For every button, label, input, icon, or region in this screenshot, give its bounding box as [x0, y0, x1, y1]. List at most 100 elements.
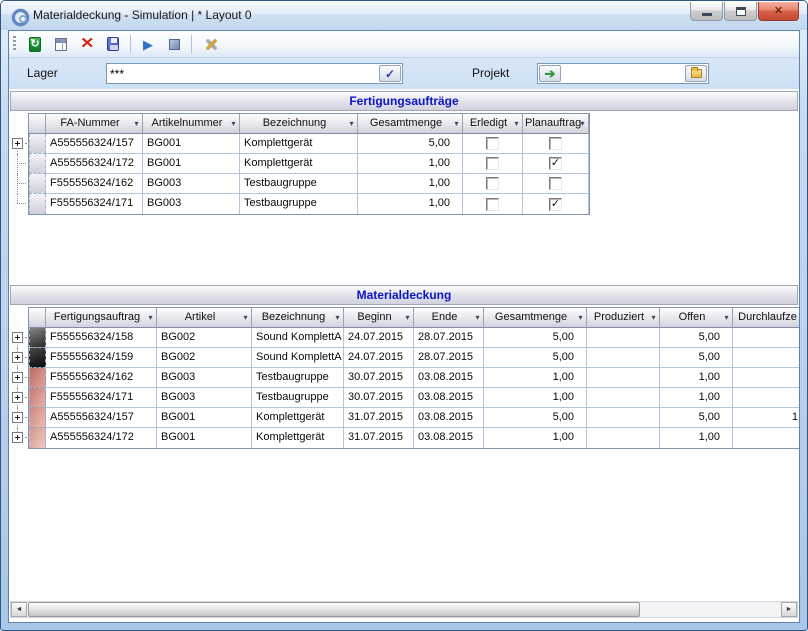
- expand-plus-icon[interactable]: [12, 352, 23, 363]
- cell-durchlaufze: 1: [733, 408, 799, 428]
- cell-gesamtmenge: 1,00: [358, 154, 463, 174]
- horizontal-scrollbar[interactable]: [10, 601, 798, 618]
- table-row[interactable]: F555556324/162BG003Testbaugruppe1,00: [29, 174, 589, 194]
- table-row[interactable]: A555556324/157BG001Komplettgerät5,00: [29, 134, 589, 154]
- projekt-input[interactable]: [562, 65, 684, 82]
- checkbox-checked[interactable]: [549, 157, 562, 170]
- column-header-artikelnummer[interactable]: Artikelnummer: [143, 114, 240, 134]
- save-button[interactable]: [101, 33, 125, 55]
- lager-input[interactable]: [107, 65, 378, 82]
- filter-dropdown-icon[interactable]: [241, 312, 250, 323]
- column-header-ende[interactable]: Ende: [414, 308, 484, 328]
- lager-label: Lager: [27, 66, 58, 80]
- filter-dropdown-icon[interactable]: [578, 118, 587, 129]
- cell-offen: 1,00: [660, 368, 733, 388]
- filter-dropdown-icon[interactable]: [146, 312, 155, 323]
- expand-plus-icon[interactable]: [12, 332, 23, 343]
- column-header-offen[interactable]: Offen: [660, 308, 733, 328]
- column-header-label: Fertigungsauftrag: [54, 311, 140, 323]
- connector-line: [25, 417, 29, 418]
- filter-dropdown-icon[interactable]: [473, 312, 482, 323]
- projekt-field: ➔: [537, 63, 709, 84]
- scroll-left-button[interactable]: [11, 602, 27, 617]
- filter-dropdown-icon[interactable]: [576, 312, 585, 323]
- filter-dropdown-icon[interactable]: [229, 118, 238, 129]
- filter-dropdown-icon[interactable]: [722, 312, 731, 323]
- filter-dropdown-icon[interactable]: [333, 312, 342, 323]
- scrollbar-thumb[interactable]: [28, 602, 640, 617]
- title-bar[interactable]: Materialdeckung - Simulation | * Layout …: [1, 1, 807, 30]
- row-tree-connector: [11, 368, 29, 388]
- column-header-durchlaufze[interactable]: Durchlaufze: [733, 308, 799, 328]
- table-row[interactable]: F555556324/171BG003Testbaugruppe30.07.20…: [29, 388, 799, 408]
- maximize-button[interactable]: [724, 2, 757, 21]
- column-header-gesamtmenge[interactable]: Gesamtmenge: [484, 308, 587, 328]
- column-header-label: Planauftrag: [525, 117, 581, 129]
- table-row[interactable]: A555556324/172BG001Komplettgerät31.07.20…: [29, 428, 799, 448]
- table-row[interactable]: F555556324/171BG003Testbaugruppe1,00: [29, 194, 589, 214]
- toolbar-grip-handle[interactable]: [13, 36, 16, 52]
- delete-button[interactable]: [75, 33, 99, 55]
- row-indicator: [29, 174, 46, 194]
- table-row[interactable]: F555556324/159BG002Sound KomplettA24.07.…: [29, 348, 799, 368]
- column-header-gesamtmenge[interactable]: Gesamtmenge: [358, 114, 463, 134]
- column-header-bezeichnung[interactable]: Bezeichnung: [252, 308, 344, 328]
- stop-button[interactable]: [162, 33, 186, 55]
- filter-dropdown-icon[interactable]: [649, 312, 658, 323]
- filter-dropdown-icon[interactable]: [512, 118, 521, 129]
- expand-plus-icon[interactable]: [12, 432, 23, 443]
- client-area: Lager ✓ Projekt ➔ FertigungsaufträgeFA-N…: [8, 30, 800, 623]
- close-button[interactable]: ✕: [758, 2, 799, 21]
- toolbar-separator: [191, 35, 192, 53]
- expand-plus-icon[interactable]: [12, 372, 23, 383]
- layout-button[interactable]: [49, 33, 73, 55]
- checkbox-checked[interactable]: [549, 198, 562, 211]
- cell-artikel: BG002: [157, 328, 252, 348]
- column-header-artikel[interactable]: Artikel: [157, 308, 252, 328]
- table-row[interactable]: F555556324/162BG003Testbaugruppe30.07.20…: [29, 368, 799, 388]
- column-header-fa-nummer[interactable]: FA-Nummer: [46, 114, 143, 134]
- lager-confirm-button[interactable]: ✓: [379, 65, 401, 82]
- checkbox-unchecked[interactable]: [549, 177, 562, 190]
- row-tree-connector: [11, 328, 29, 348]
- refresh-button[interactable]: [23, 33, 47, 55]
- projekt-browse-button[interactable]: [685, 65, 707, 82]
- checkbox-unchecked[interactable]: [549, 137, 562, 150]
- materialdeckung-grid: MaterialdeckungFertigungsauftragArtikelB…: [10, 285, 798, 449]
- filter-dropdown-icon[interactable]: [132, 118, 141, 129]
- checkbox-unchecked[interactable]: [486, 157, 499, 170]
- row-indicator: [29, 408, 46, 428]
- tools-button[interactable]: [197, 33, 221, 55]
- cell-produziert: [587, 428, 660, 448]
- table-row[interactable]: A555556324/172BG001Komplettgerät1,00: [29, 154, 589, 174]
- checkbox-unchecked[interactable]: [486, 177, 499, 190]
- column-header-erledigt[interactable]: Erledigt: [463, 114, 523, 134]
- projekt-go-button[interactable]: ➔: [539, 65, 561, 82]
- column-header-label: Gesamtmenge: [495, 311, 567, 323]
- header-indicator-cell: [29, 308, 46, 328]
- column-header-produziert[interactable]: Produziert: [587, 308, 660, 328]
- table-row[interactable]: F555556324/158BG002Sound KomplettA24.07.…: [29, 328, 799, 348]
- scroll-right-button[interactable]: [781, 602, 797, 617]
- checkbox-unchecked[interactable]: [486, 137, 499, 150]
- table-row[interactable]: A555556324/157BG001Komplettgerät31.07.20…: [29, 408, 799, 428]
- row-indicator: [29, 388, 46, 408]
- expand-plus-icon[interactable]: [12, 392, 23, 403]
- grid-header-row: FA-NummerArtikelnummerBezeichnungGesamtm…: [29, 114, 589, 134]
- cell-fa-nummer: F555556324/171: [46, 194, 143, 214]
- column-header-bezeichnung[interactable]: Bezeichnung: [240, 114, 358, 134]
- connector-line: [25, 337, 29, 338]
- filter-dropdown-icon[interactable]: [403, 312, 412, 323]
- run-button[interactable]: [136, 33, 160, 55]
- column-header-planauftrag[interactable]: Planauftrag: [523, 114, 589, 134]
- column-header-fertigungsauftrag[interactable]: Fertigungsauftrag: [46, 308, 157, 328]
- checkbox-unchecked[interactable]: [486, 198, 499, 211]
- minimize-button[interactable]: [690, 2, 723, 21]
- expand-plus-icon[interactable]: [12, 138, 23, 149]
- column-header-beginn[interactable]: Beginn: [344, 308, 414, 328]
- expand-plus-icon[interactable]: [12, 412, 23, 423]
- filter-dropdown-icon[interactable]: [347, 118, 356, 129]
- filter-dropdown-icon[interactable]: [452, 118, 461, 129]
- window-title: Materialdeckung - Simulation | * Layout …: [33, 8, 252, 22]
- cell-artikel: BG003: [157, 368, 252, 388]
